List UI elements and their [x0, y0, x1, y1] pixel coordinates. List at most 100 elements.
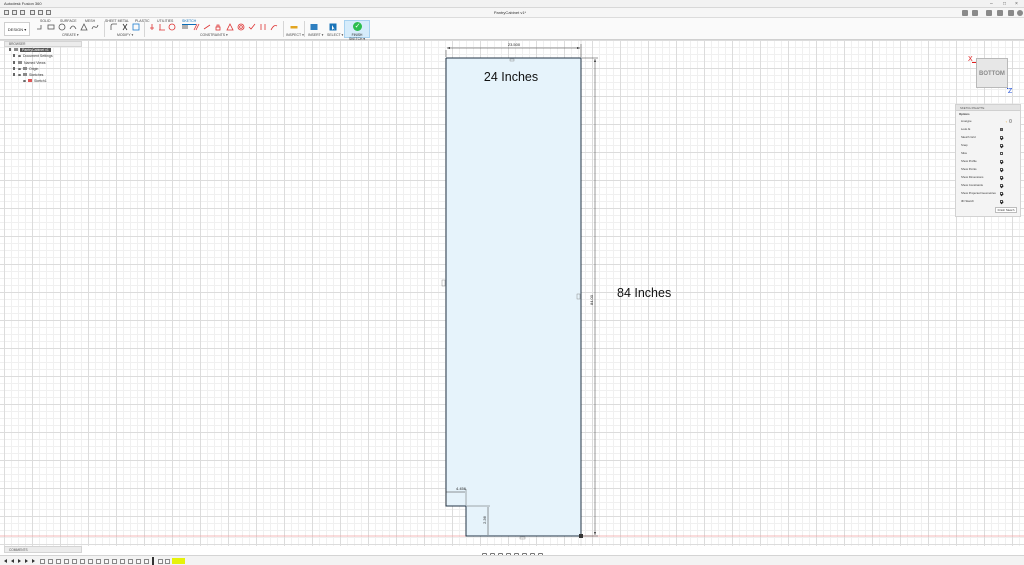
curvature-icon[interactable] [270, 23, 278, 31]
timeline-feature-icon[interactable] [80, 558, 85, 564]
insert-image-icon[interactable] [310, 23, 318, 31]
timeline-feature-icon[interactable] [112, 558, 117, 564]
rectangle-icon[interactable] [47, 23, 55, 31]
file-icon[interactable] [12, 10, 17, 15]
timeline-marker[interactable] [152, 557, 154, 565]
minimize-button[interactable]: – [990, 0, 993, 8]
show-dimensions-checkbox[interactable] [999, 175, 1003, 179]
expand-icon[interactable] [13, 60, 16, 64]
timeline-feature-icon[interactable] [158, 558, 163, 564]
line-icon[interactable] [36, 23, 44, 31]
option-linetype[interactable]: Linetype ‹ [956, 117, 1020, 125]
timeline-feature-icon[interactable] [104, 558, 109, 564]
notifications-icon[interactable] [997, 10, 1003, 16]
circle-option-icon[interactable] [1008, 119, 1012, 123]
option-show-profile[interactable]: Show Profile [956, 157, 1020, 165]
option-show-dimensions[interactable]: Show Dimensions [956, 173, 1020, 181]
3d-sketch-checkbox[interactable] [999, 199, 1003, 203]
save-icon[interactable] [20, 10, 25, 15]
select-menu[interactable]: SELECT ▾ [327, 33, 343, 37]
option-show-constraints[interactable]: Show Constraints [956, 181, 1020, 189]
symmetry-icon[interactable] [259, 23, 267, 31]
select-icon[interactable] [329, 23, 337, 31]
palette-finish-sketch-button[interactable]: Finish Sketch [995, 207, 1017, 213]
timeline-feature-icon[interactable] [88, 558, 93, 564]
triangle-icon[interactable] [226, 23, 234, 31]
job-status-icon[interactable] [986, 10, 992, 16]
close-button[interactable]: × [1015, 0, 1018, 8]
expand-icon[interactable] [13, 54, 16, 58]
perpendicular-icon[interactable] [158, 23, 166, 31]
option-look-at[interactable]: Look At [956, 125, 1020, 133]
play-icon[interactable] [18, 559, 21, 563]
timeline-feature-icon[interactable] [136, 558, 141, 564]
tangent-icon[interactable] [168, 23, 176, 31]
step-back-icon[interactable] [11, 559, 14, 563]
collapse-icon[interactable] [13, 73, 16, 77]
timeline-feature-icon[interactable] [56, 558, 61, 564]
timeline-feature-icon[interactable] [120, 558, 125, 564]
option-3d-sketch[interactable]: 3D Sketch [956, 197, 1020, 205]
user-avatar[interactable] [1017, 10, 1023, 16]
visibility-icon[interactable] [18, 74, 21, 77]
show-points-checkbox[interactable] [999, 167, 1003, 171]
lock-icon[interactable] [214, 23, 222, 31]
timeline-feature-icon[interactable] [64, 558, 69, 564]
insert-menu[interactable]: INSERT ▾ [308, 33, 323, 37]
finish-sketch-button[interactable]: ✓ FINISH SKETCH ▾ [344, 20, 370, 41]
arc-icon[interactable] [69, 23, 77, 31]
show-constraints-checkbox[interactable] [999, 183, 1003, 187]
offset-icon[interactable] [132, 23, 140, 31]
expand-icon[interactable] [9, 48, 12, 51]
measure-icon[interactable] [290, 23, 298, 31]
visibility-icon[interactable] [18, 67, 21, 70]
option-show-projected-geometries[interactable]: Show Projected Geometries [956, 189, 1020, 197]
timeline-feature-icon[interactable] [128, 558, 133, 564]
parallel-icon[interactable] [192, 23, 200, 31]
close-tab-icon[interactable] [46, 10, 51, 15]
new-tab-icon[interactable] [962, 10, 968, 16]
go-to-start-icon[interactable] [4, 559, 7, 563]
help-icon[interactable] [1008, 10, 1014, 16]
option-snap[interactable]: Snap [956, 141, 1020, 149]
go-to-end-icon[interactable] [32, 559, 35, 563]
comments-panel[interactable]: COMMENTS [4, 546, 82, 553]
maximize-button[interactable]: □ [1003, 0, 1006, 8]
timeline-feature-icon[interactable] [40, 558, 45, 564]
tree-item-sketch1[interactable]: Sketch1 [4, 78, 82, 84]
spline-icon[interactable] [91, 23, 99, 31]
viewcube-face-bottom[interactable]: BOTTOM [976, 58, 1008, 88]
undo-icon[interactable] [30, 10, 35, 15]
trim-icon[interactable] [121, 23, 129, 31]
sketch-grid-checkbox[interactable] [999, 135, 1003, 139]
polygon-icon[interactable] [80, 23, 88, 31]
timeline-feature-icon[interactable] [48, 558, 53, 564]
option-slice[interactable]: Slice [956, 149, 1020, 157]
timeline-feature-icon[interactable] [144, 558, 149, 564]
visibility-icon[interactable] [23, 80, 26, 83]
modify-menu[interactable]: MODIFY ▾ [117, 33, 133, 37]
horizontal-vertical-icon[interactable] [248, 23, 256, 31]
constraints-menu[interactable]: CONSTRAINTS ▾ [200, 33, 228, 37]
redo-icon[interactable] [38, 10, 43, 15]
option-show-points[interactable]: Show Points [956, 165, 1020, 173]
data-panel-icon[interactable] [972, 10, 978, 16]
create-menu[interactable]: CREATE ▾ [62, 33, 79, 37]
expand-icon[interactable] [13, 66, 16, 70]
timeline-feature-icon[interactable] [165, 558, 170, 564]
look-at-icon[interactable] [999, 127, 1003, 131]
show-projected-geometries-checkbox[interactable] [999, 191, 1003, 195]
app-grid-icon[interactable] [4, 10, 9, 15]
equal-icon[interactable] [181, 23, 189, 31]
step-forward-icon[interactable] [25, 559, 28, 563]
show-profile-checkbox[interactable] [999, 159, 1003, 163]
design-workspace-button[interactable]: DESIGN ▾ [4, 22, 30, 36]
fillet-icon[interactable] [110, 23, 118, 31]
timeline-active-sketch[interactable] [172, 558, 185, 564]
document-tab[interactable]: PantryCabinet v1* [480, 9, 540, 17]
circle-icon[interactable] [58, 23, 66, 31]
inspect-menu[interactable]: INSPECT ▾ [286, 33, 304, 37]
concentric-icon[interactable] [237, 23, 245, 31]
fix-constraint-icon[interactable] [148, 23, 156, 31]
viewcube[interactable]: X BOTTOM Z [968, 56, 1020, 100]
